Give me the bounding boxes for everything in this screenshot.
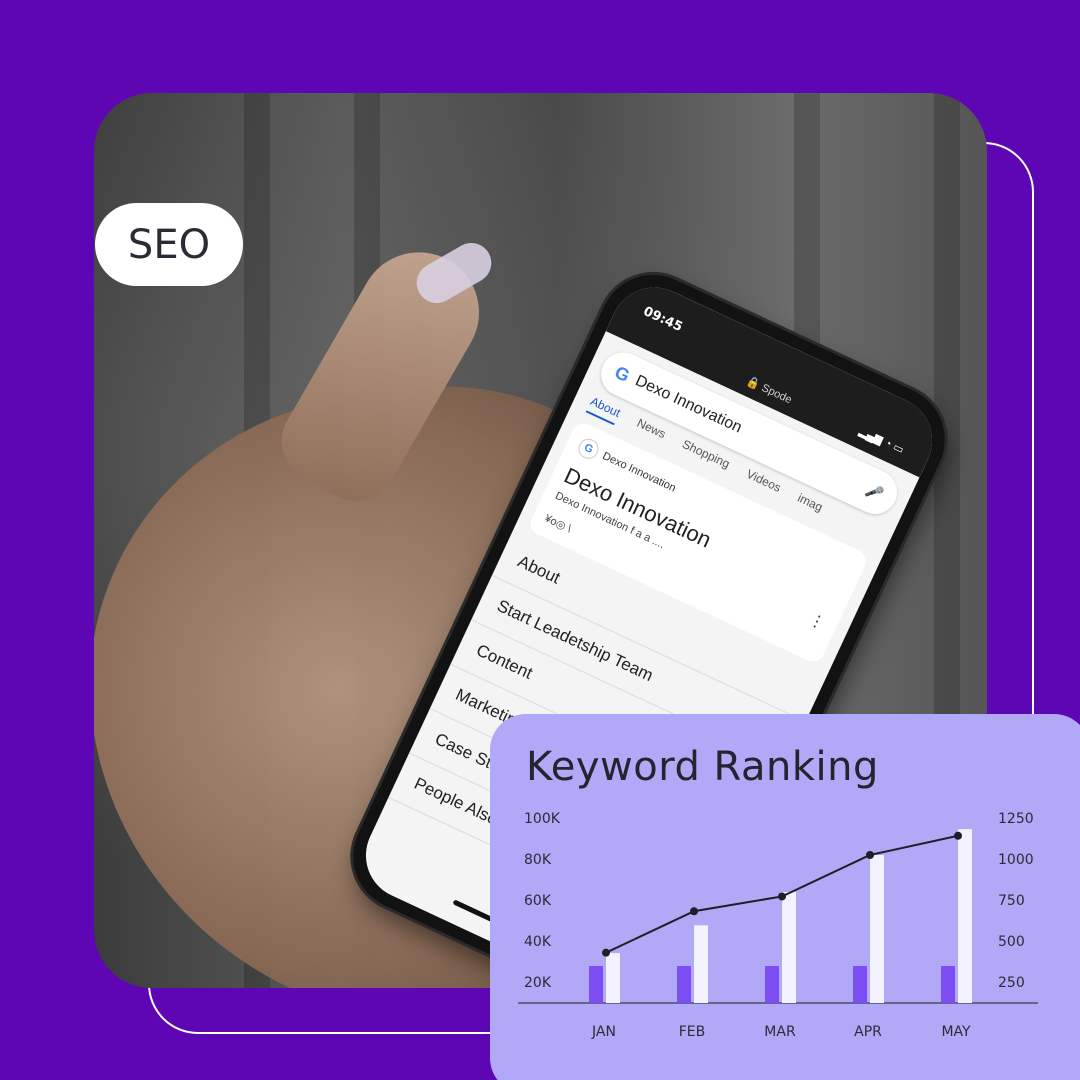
line-point: [866, 851, 874, 859]
bar-primary: [677, 966, 691, 1003]
bar-primary: [589, 966, 603, 1003]
tab-videos[interactable]: Videos: [742, 467, 783, 501]
x-tick-label: FEB: [679, 1024, 706, 1040]
y-left-tick-label: 40K: [524, 934, 552, 950]
x-tick-label: APR: [854, 1024, 882, 1040]
sitelink-label: About: [514, 551, 564, 588]
y-right-tick-label: 500: [998, 934, 1025, 950]
sitelink-label: Content: [473, 640, 536, 683]
more-options-icon[interactable]: ⋮: [805, 609, 828, 634]
google-icon: G: [611, 361, 634, 386]
bar-secondary: [606, 953, 620, 1003]
y-right-tick-label: 750: [998, 893, 1025, 909]
bar-primary: [941, 966, 955, 1003]
y-right-tick-label: 1000: [998, 852, 1034, 868]
tab-about[interactable]: About: [585, 394, 623, 426]
tab-news[interactable]: News: [632, 416, 668, 447]
y-left-tick-label: 100K: [524, 811, 561, 827]
line-point: [778, 892, 786, 901]
x-tick-label: MAR: [764, 1024, 796, 1040]
line-point: [690, 907, 698, 916]
bar-primary: [765, 966, 779, 1003]
y-left-tick-label: 80K: [524, 852, 552, 868]
keyword-ranking-card: Keyword Ranking 100K 80K 60K 40K 20K 1250 1000…: [490, 714, 1080, 1080]
bar-secondary: [694, 925, 708, 1003]
bar-secondary: [782, 892, 796, 1003]
x-tick-label: JAN: [591, 1024, 616, 1040]
bar-secondary: [958, 829, 972, 1003]
site-favicon-icon: G: [575, 435, 602, 463]
line-point: [602, 948, 610, 957]
keyword-ranking-chart: 100K 80K 60K 40K 20K 1250 1000 750 500 250 JAN FEB M…: [518, 811, 1038, 1040]
y-right-tick-label: 1250: [998, 811, 1034, 827]
y-left-tick-label: 60K: [524, 893, 552, 909]
y-right-tick-label: 250: [998, 975, 1025, 991]
seo-badge: SEO: [95, 203, 243, 286]
line-point: [954, 831, 962, 840]
x-tick-label: MAY: [941, 1024, 971, 1040]
y-left-tick-label: 20K: [524, 975, 552, 991]
bar-primary: [853, 966, 867, 1003]
bar-secondary: [870, 855, 884, 1003]
tab-images[interactable]: imag: [793, 491, 824, 520]
